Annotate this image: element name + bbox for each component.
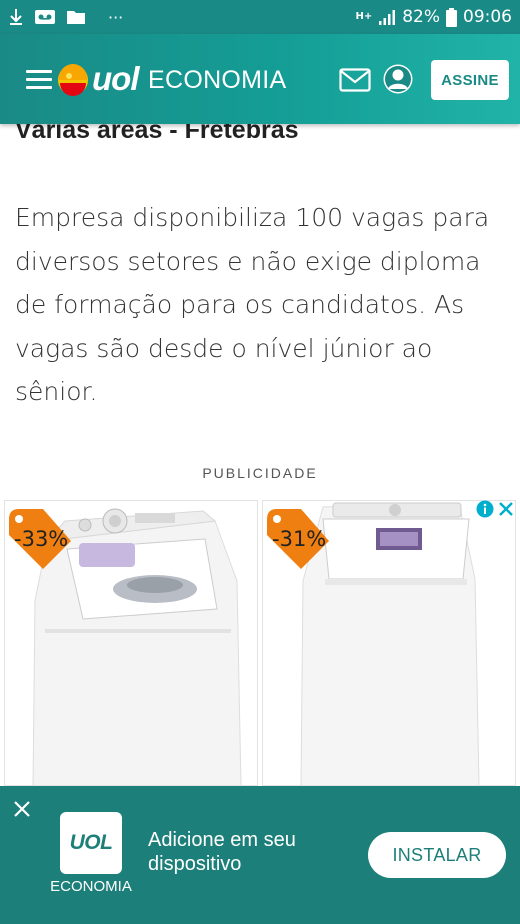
- status-bar: ··· H+ 82% 09:06: [0, 0, 520, 34]
- ad-product-card[interactable]: -33%: [4, 500, 258, 786]
- ad-close-icon[interactable]: [497, 500, 515, 518]
- ad-info-icon[interactable]: [476, 500, 494, 518]
- folder-icon: [67, 11, 85, 24]
- ad-container: -33% -31%: [0, 498, 520, 788]
- signal-icon: [379, 10, 396, 25]
- network-type: H+: [355, 11, 373, 22]
- menu-icon[interactable]: [26, 70, 52, 90]
- user-account-icon[interactable]: [383, 64, 413, 94]
- clock: 09:06: [463, 7, 512, 27]
- close-icon[interactable]: [12, 799, 32, 819]
- install-button[interactable]: INSTALAR: [368, 832, 506, 878]
- discount-text: -31%: [272, 527, 327, 551]
- battery-icon: [446, 7, 457, 27]
- app-icon: UOL: [60, 812, 122, 874]
- section-title[interactable]: ECONOMIA: [148, 64, 287, 96]
- install-app-banner: UOL ECONOMIA Adicione em seu dispositivo…: [0, 786, 520, 924]
- voicemail-card-icon: [35, 10, 55, 24]
- site-header: uol ECONOMIA ASSINE: [0, 34, 520, 124]
- brand-logo[interactable]: uol: [92, 59, 139, 99]
- battery-percent: 82%: [402, 7, 440, 27]
- mail-icon[interactable]: [339, 68, 371, 92]
- subscribe-button[interactable]: ASSINE: [431, 60, 509, 100]
- download-icon: [10, 9, 22, 25]
- app-caption: ECONOMIA: [50, 878, 132, 895]
- discount-text: -33%: [14, 527, 69, 551]
- app-icon-text: UOL: [69, 831, 113, 854]
- ad-label: PUBLICIDADE: [202, 465, 318, 481]
- banner-message: Adicione em seu dispositivo: [148, 829, 296, 875]
- ad-product-card[interactable]: -31%: [262, 500, 516, 786]
- article-summary: Empresa disponibiliza 100 vagas para div…: [15, 203, 490, 406]
- more-notifications: ···: [108, 7, 124, 27]
- uol-logo-icon: [58, 64, 88, 96]
